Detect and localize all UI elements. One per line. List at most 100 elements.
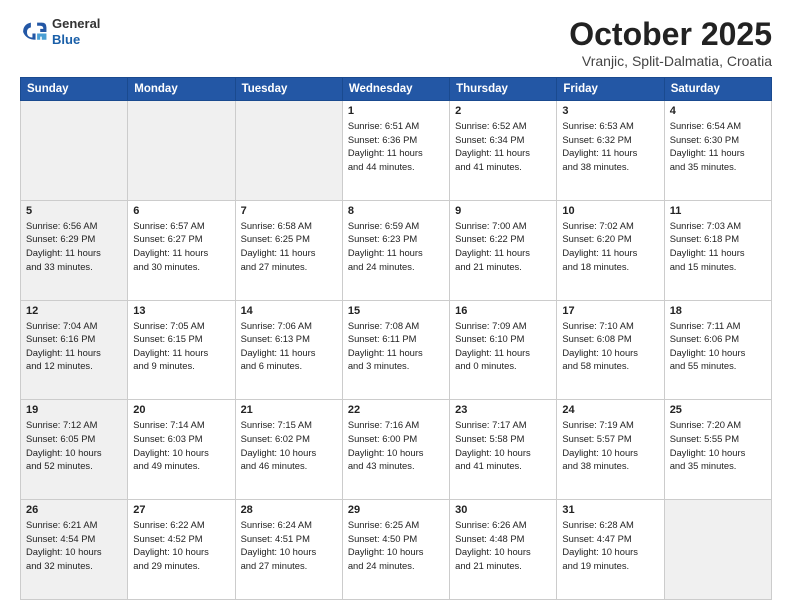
- calendar-cell: 7Sunrise: 6:58 AM Sunset: 6:25 PM Daylig…: [235, 200, 342, 300]
- day-number: 26: [26, 504, 122, 516]
- week-row-5: 26 Sunrise: 6:21 AM Sunset: 4:54 PM Dayli…: [21, 500, 772, 600]
- calendar-cell: 18Sunrise: 7:11 AM Sunset: 6:06 PM Dayli…: [664, 300, 771, 400]
- day-info: Sunrise: 7:10 AM Sunset: 6:08 PM Dayligh…: [562, 319, 658, 374]
- calendar-cell: 9 Sunrise: 7:00 AM Sunset: 6:22 PM Daylig…: [450, 200, 557, 300]
- calendar-cell: 22 Sunrise: 7:16 AM Sunset: 6:00 PM Dayli…: [342, 400, 449, 500]
- page: General Blue October 2025 Vranjic, Split…: [0, 0, 792, 612]
- day-info: Sunrise: 6:22 AM Sunset: 4:52 PM Dayligh…: [133, 518, 229, 573]
- day-number: 18: [670, 305, 766, 317]
- logo-general: General: [52, 16, 100, 32]
- calendar-cell: 26 Sunrise: 6:21 AM Sunset: 4:54 PM Dayli…: [21, 500, 128, 600]
- day-number: 15: [348, 305, 444, 317]
- calendar-cell: 21Sunrise: 7:15 AM Sunset: 6:02 PM Dayli…: [235, 400, 342, 500]
- day-info: Sunrise: 7:05 AM Sunset: 6:15 PM Dayligh…: [133, 319, 229, 374]
- day-number: 12: [26, 305, 122, 317]
- day-info: Sunrise: 7:17 AM Sunset: 5:58 PM Dayligh…: [455, 418, 551, 473]
- day-info: Sunrise: 7:02 AM Sunset: 6:20 PM Dayligh…: [562, 219, 658, 274]
- day-info: Sunrise: 6:54 AM Sunset: 6:30 PM Dayligh…: [670, 119, 766, 174]
- day-info: Sunrise: 6:56 AM Sunset: 6:29 PM Dayligh…: [26, 219, 122, 274]
- day-info: Sunrise: 6:21 AM Sunset: 4:54 PM Dayligh…: [26, 518, 122, 573]
- day-number: 2: [455, 105, 551, 117]
- calendar-cell: [235, 101, 342, 201]
- day-number: 22: [348, 404, 444, 416]
- calendar-cell: [664, 500, 771, 600]
- calendar-cell: 11Sunrise: 7:03 AM Sunset: 6:18 PM Dayli…: [664, 200, 771, 300]
- calendar-table: SundayMondayTuesdayWednesdayThursdayFrid…: [20, 77, 772, 600]
- calendar-cell: 28 Sunrise: 6:24 AM Sunset: 4:51 PM Dayli…: [235, 500, 342, 600]
- calendar-cell: 25 Sunrise: 7:20 AM Sunset: 5:55 PM Dayli…: [664, 400, 771, 500]
- day-number: 21: [241, 404, 337, 416]
- day-number: 5: [26, 205, 122, 217]
- header-tuesday: Tuesday: [235, 78, 342, 101]
- calendar-cell: 31Sunrise: 6:28 AM Sunset: 4:47 PM Dayli…: [557, 500, 664, 600]
- day-info: Sunrise: 7:14 AM Sunset: 6:03 PM Dayligh…: [133, 418, 229, 473]
- calendar-cell: 8Sunrise: 6:59 AM Sunset: 6:23 PM Daylig…: [342, 200, 449, 300]
- day-number: 17: [562, 305, 658, 317]
- day-info: Sunrise: 6:24 AM Sunset: 4:51 PM Dayligh…: [241, 518, 337, 573]
- header-friday: Friday: [557, 78, 664, 101]
- logo: General Blue: [20, 16, 100, 47]
- logo-text: General Blue: [52, 16, 100, 47]
- day-number: 25: [670, 404, 766, 416]
- logo-blue: Blue: [52, 32, 100, 48]
- day-info: Sunrise: 6:51 AM Sunset: 6:36 PM Dayligh…: [348, 119, 444, 174]
- header-monday: Monday: [128, 78, 235, 101]
- calendar-cell: 17 Sunrise: 7:10 AM Sunset: 6:08 PM Dayli…: [557, 300, 664, 400]
- day-info: Sunrise: 7:04 AM Sunset: 6:16 PM Dayligh…: [26, 319, 122, 374]
- day-number: 9: [455, 205, 551, 217]
- day-info: Sunrise: 7:08 AM Sunset: 6:11 PM Dayligh…: [348, 319, 444, 374]
- day-number: 13: [133, 305, 229, 317]
- day-number: 30: [455, 504, 551, 516]
- calendar-cell: 10 Sunrise: 7:02 AM Sunset: 6:20 PM Dayli…: [557, 200, 664, 300]
- month-title: October 2025: [569, 16, 772, 53]
- calendar-cell: 19 Sunrise: 7:12 AM Sunset: 6:05 PM Dayli…: [21, 400, 128, 500]
- day-info: Sunrise: 6:52 AM Sunset: 6:34 PM Dayligh…: [455, 119, 551, 174]
- day-info: Sunrise: 6:57 AM Sunset: 6:27 PM Dayligh…: [133, 219, 229, 274]
- calendar-cell: 5 Sunrise: 6:56 AM Sunset: 6:29 PM Daylig…: [21, 200, 128, 300]
- day-number: 28: [241, 504, 337, 516]
- calendar-cell: 15 Sunrise: 7:08 AM Sunset: 6:11 PM Dayli…: [342, 300, 449, 400]
- day-number: 29: [348, 504, 444, 516]
- day-info: Sunrise: 7:06 AM Sunset: 6:13 PM Dayligh…: [241, 319, 337, 374]
- calendar-cell: 12 Sunrise: 7:04 AM Sunset: 6:16 PM Dayli…: [21, 300, 128, 400]
- day-number: 6: [133, 205, 229, 217]
- day-number: 16: [455, 305, 551, 317]
- day-number: 19: [26, 404, 122, 416]
- week-row-3: 12 Sunrise: 7:04 AM Sunset: 6:16 PM Dayli…: [21, 300, 772, 400]
- day-info: Sunrise: 7:19 AM Sunset: 5:57 PM Dayligh…: [562, 418, 658, 473]
- day-info: Sunrise: 7:00 AM Sunset: 6:22 PM Dayligh…: [455, 219, 551, 274]
- week-row-1: 1Sunrise: 6:51 AM Sunset: 6:36 PM Daylig…: [21, 101, 772, 201]
- day-info: Sunrise: 7:16 AM Sunset: 6:00 PM Dayligh…: [348, 418, 444, 473]
- calendar-cell: 29 Sunrise: 6:25 AM Sunset: 4:50 PM Dayli…: [342, 500, 449, 600]
- week-row-2: 5 Sunrise: 6:56 AM Sunset: 6:29 PM Daylig…: [21, 200, 772, 300]
- header-wednesday: Wednesday: [342, 78, 449, 101]
- calendar-cell: 2 Sunrise: 6:52 AM Sunset: 6:34 PM Daylig…: [450, 101, 557, 201]
- day-info: Sunrise: 7:09 AM Sunset: 6:10 PM Dayligh…: [455, 319, 551, 374]
- day-info: Sunrise: 6:25 AM Sunset: 4:50 PM Dayligh…: [348, 518, 444, 573]
- day-number: 10: [562, 205, 658, 217]
- week-row-4: 19 Sunrise: 7:12 AM Sunset: 6:05 PM Dayli…: [21, 400, 772, 500]
- day-info: Sunrise: 7:12 AM Sunset: 6:05 PM Dayligh…: [26, 418, 122, 473]
- calendar-cell: 30 Sunrise: 6:26 AM Sunset: 4:48 PM Dayli…: [450, 500, 557, 600]
- calendar-cell: [21, 101, 128, 201]
- calendar-cell: [128, 101, 235, 201]
- day-number: 11: [670, 205, 766, 217]
- header: General Blue October 2025 Vranjic, Split…: [20, 16, 772, 69]
- calendar-cell: 14Sunrise: 7:06 AM Sunset: 6:13 PM Dayli…: [235, 300, 342, 400]
- day-info: Sunrise: 6:26 AM Sunset: 4:48 PM Dayligh…: [455, 518, 551, 573]
- logo-icon: [20, 18, 48, 46]
- calendar-cell: 27Sunrise: 6:22 AM Sunset: 4:52 PM Dayli…: [128, 500, 235, 600]
- title-block: October 2025 Vranjic, Split-Dalmatia, Cr…: [569, 16, 772, 69]
- day-number: 3: [562, 105, 658, 117]
- day-info: Sunrise: 7:20 AM Sunset: 5:55 PM Dayligh…: [670, 418, 766, 473]
- calendar-cell: 16 Sunrise: 7:09 AM Sunset: 6:10 PM Dayli…: [450, 300, 557, 400]
- day-number: 24: [562, 404, 658, 416]
- day-info: Sunrise: 6:59 AM Sunset: 6:23 PM Dayligh…: [348, 219, 444, 274]
- calendar-cell: 20Sunrise: 7:14 AM Sunset: 6:03 PM Dayli…: [128, 400, 235, 500]
- calendar-cell: 6 Sunrise: 6:57 AM Sunset: 6:27 PM Daylig…: [128, 200, 235, 300]
- calendar-header-row: SundayMondayTuesdayWednesdayThursdayFrid…: [21, 78, 772, 101]
- day-number: 23: [455, 404, 551, 416]
- day-number: 4: [670, 105, 766, 117]
- calendar-cell: 4 Sunrise: 6:54 AM Sunset: 6:30 PM Daylig…: [664, 101, 771, 201]
- day-number: 7: [241, 205, 337, 217]
